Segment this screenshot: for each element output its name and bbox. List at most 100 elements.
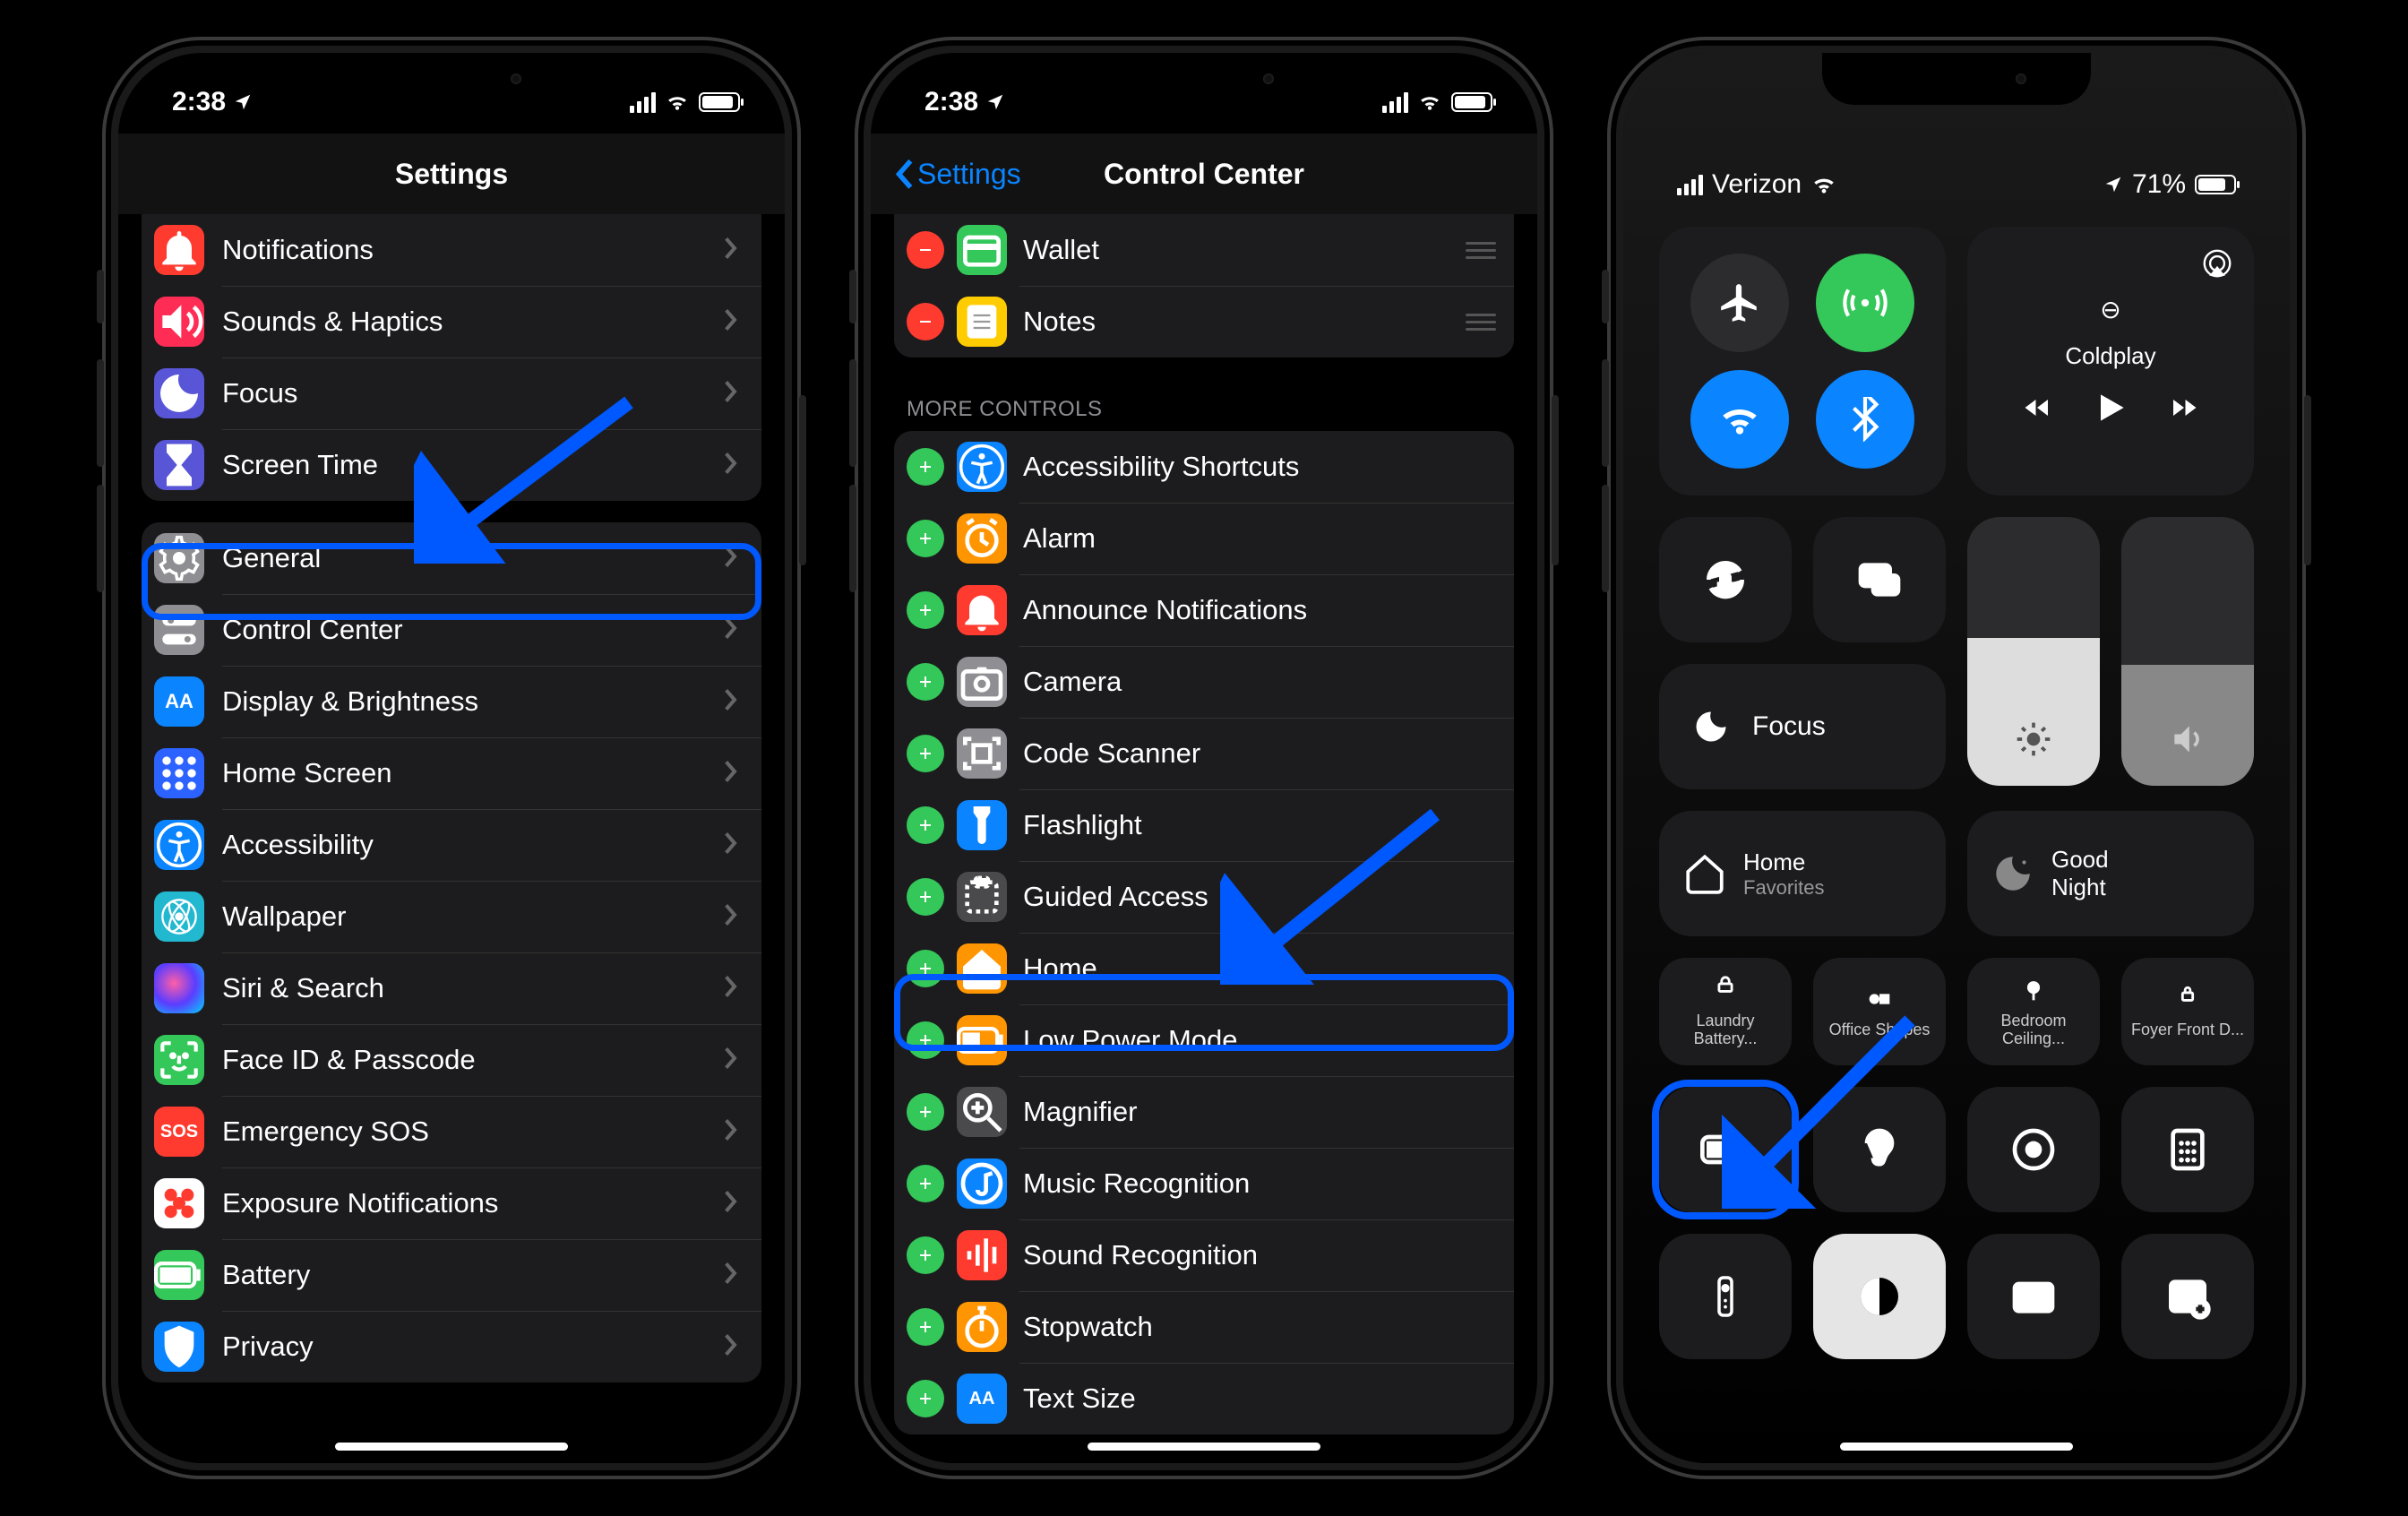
volume-slider[interactable]	[2121, 517, 2254, 786]
more-control-flashlight[interactable]: Flashlight	[894, 789, 1514, 861]
media-tile[interactable]: ⊖ Coldplay	[1967, 227, 2254, 495]
more-control-stopwatch[interactable]: Stopwatch	[894, 1291, 1514, 1363]
settings-row-siri[interactable]: Siri & Search	[142, 952, 761, 1024]
more-control-soundrec[interactable]: Sound Recognition	[894, 1219, 1514, 1291]
add-button[interactable]	[907, 1165, 944, 1202]
more-control-codescanner[interactable]: Code Scanner	[894, 718, 1514, 789]
settings-row-homescreen[interactable]: Home Screen	[142, 737, 761, 809]
back-button[interactable]: Settings	[894, 158, 1021, 191]
more-control-guidedaccess[interactable]: Guided Access	[894, 861, 1514, 933]
focus-button[interactable]: Focus	[1659, 664, 1946, 789]
status-time: 2:38	[924, 87, 978, 117]
chevron-right-icon	[724, 974, 738, 1003]
add-button[interactable]	[907, 1308, 944, 1346]
settings-row-battery[interactable]: Battery	[142, 1239, 761, 1311]
calculator-button[interactable]	[2121, 1087, 2254, 1212]
settings-row-focus[interactable]: Focus	[142, 357, 761, 429]
brightness-slider[interactable]	[1967, 517, 2100, 786]
included-control-wallet[interactable]: Wallet	[894, 214, 1514, 286]
apple-tv-remote-button[interactable]	[1659, 1234, 1792, 1359]
screen-record-button[interactable]	[1967, 1087, 2100, 1212]
add-button[interactable]	[907, 591, 944, 629]
wifi-icon	[1810, 174, 1837, 195]
home-indicator[interactable]	[335, 1443, 568, 1451]
orientation-lock-button[interactable]	[1659, 517, 1792, 642]
drag-handle-icon[interactable]	[1466, 242, 1496, 259]
row-label: Accessibility	[222, 829, 724, 861]
general-icon	[154, 533, 204, 583]
wallet-button[interactable]	[1967, 1234, 2100, 1359]
settings-row-display[interactable]: AA Display & Brightness	[142, 666, 761, 737]
sos-icon: SOS	[154, 1107, 204, 1157]
settings-row-privacy[interactable]: Privacy	[142, 1311, 761, 1382]
good-night-tile[interactable]: GoodNight	[1967, 811, 2254, 936]
drag-handle-icon[interactable]	[1466, 314, 1496, 331]
accessory-label: Office Shapes	[1822, 1021, 1938, 1039]
control-label: Sound Recognition	[1023, 1239, 1496, 1271]
home-indicator[interactable]	[1840, 1443, 2073, 1451]
wifi-button[interactable]	[1690, 370, 1789, 469]
add-button[interactable]	[907, 950, 944, 987]
add-button[interactable]	[907, 806, 944, 844]
airplane-mode-button[interactable]	[1690, 254, 1789, 352]
more-control-a11yshortcuts[interactable]: Accessibility Shortcuts	[894, 431, 1514, 503]
add-button[interactable]	[907, 1021, 944, 1059]
settings-row-exposure[interactable]: Exposure Notifications	[142, 1167, 761, 1239]
home-accessory-laundry[interactable]: Laundry Battery...	[1659, 958, 1792, 1065]
sounds-icon	[154, 297, 204, 347]
more-control-musicrec[interactable]: Music Recognition	[894, 1148, 1514, 1219]
airplay-icon[interactable]	[2200, 246, 2234, 280]
settings-row-wallpaper[interactable]: Wallpaper	[142, 881, 761, 952]
cellular-data-button[interactable]	[1816, 254, 1914, 352]
settings-row-sos[interactable]: SOS Emergency SOS	[142, 1096, 761, 1167]
add-button[interactable]	[907, 448, 944, 486]
prev-track-icon[interactable]	[2019, 392, 2055, 424]
add-button[interactable]	[907, 1236, 944, 1274]
more-control-announce[interactable]: Announce Notifications	[894, 574, 1514, 646]
control-label: Music Recognition	[1023, 1167, 1496, 1200]
settings-row-faceid[interactable]: Face ID & Passcode	[142, 1024, 761, 1096]
remove-button[interactable]	[907, 303, 944, 340]
connectivity-tile[interactable]	[1659, 227, 1946, 495]
more-control-camera[interactable]: Camera	[894, 646, 1514, 718]
settings-row-notifications[interactable]: Notifications	[142, 214, 761, 286]
home-accessory-office[interactable]: Office Shapes	[1813, 958, 1946, 1065]
add-button[interactable]	[907, 1380, 944, 1417]
add-button[interactable]	[907, 1093, 944, 1131]
control-label: Notes	[1023, 306, 1466, 338]
a11yshortcuts-icon	[957, 442, 1007, 492]
low-power-mode-button[interactable]	[1659, 1087, 1792, 1212]
settings-row-accessibility[interactable]: Accessibility	[142, 809, 761, 881]
remove-button[interactable]	[907, 231, 944, 269]
home-indicator[interactable]	[1088, 1443, 1320, 1451]
play-icon[interactable]	[2091, 388, 2130, 427]
chevron-right-icon	[724, 451, 738, 480]
more-control-lowpower[interactable]: Low Power Mode	[894, 1004, 1514, 1076]
settings-row-controlcenter[interactable]: Control Center	[142, 594, 761, 666]
screen-mirroring-button[interactable]	[1813, 517, 1946, 642]
more-control-magnifier[interactable]: Magnifier	[894, 1076, 1514, 1148]
settings-row-screentime[interactable]: Screen Time	[142, 429, 761, 501]
hearing-button[interactable]	[1813, 1087, 1946, 1212]
more-control-home[interactable]: Home	[894, 933, 1514, 1004]
home-accessory-bedroom[interactable]: Bedroom Ceiling...	[1967, 958, 2100, 1065]
settings-row-sounds[interactable]: Sounds & Haptics	[142, 286, 761, 357]
display-icon: AA	[154, 676, 204, 727]
next-track-icon[interactable]	[2166, 392, 2202, 424]
more-control-alarm[interactable]: Alarm	[894, 503, 1514, 574]
quick-note-button[interactable]	[2121, 1234, 2254, 1359]
add-button[interactable]	[907, 878, 944, 916]
home-favorites-tile[interactable]: HomeFavorites	[1659, 811, 1946, 936]
included-control-notes[interactable]: Notes	[894, 286, 1514, 357]
settings-row-general[interactable]: General	[142, 522, 761, 594]
bluetooth-button[interactable]	[1816, 370, 1914, 469]
announce-icon	[957, 585, 1007, 635]
add-button[interactable]	[907, 663, 944, 701]
battery-icon	[154, 1250, 204, 1300]
dark-mode-button[interactable]	[1813, 1234, 1946, 1359]
home-accessory-foyer[interactable]: Foyer Front D...	[2121, 958, 2254, 1065]
magnifier-icon	[957, 1087, 1007, 1137]
add-button[interactable]	[907, 520, 944, 557]
more-control-textsize[interactable]: AA Text Size	[894, 1363, 1514, 1434]
add-button[interactable]	[907, 735, 944, 772]
